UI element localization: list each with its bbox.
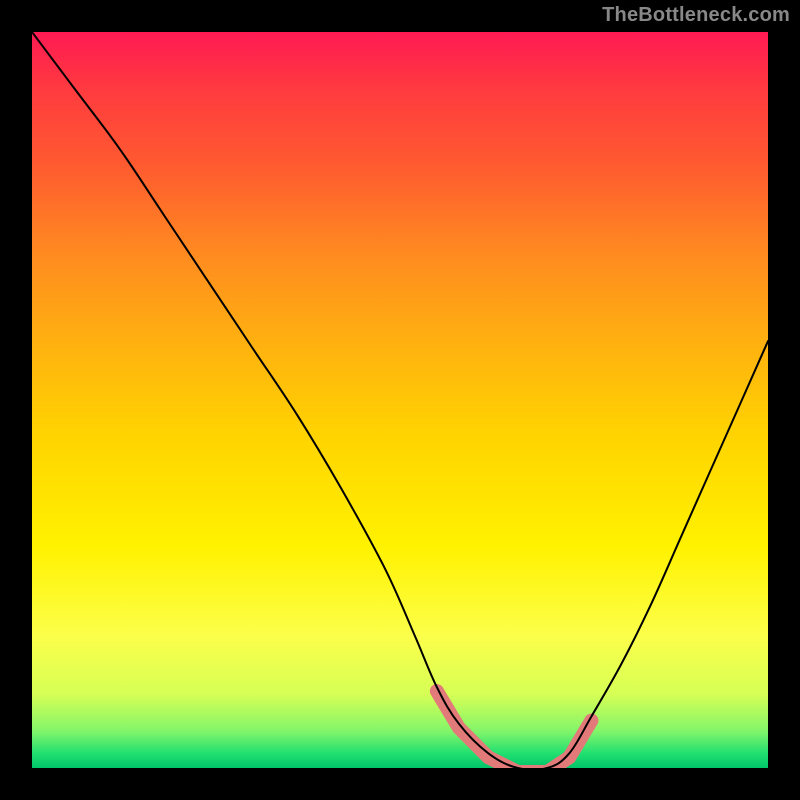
highlight-band <box>437 691 592 768</box>
watermark-text: TheBottleneck.com <box>602 4 790 27</box>
chart-frame: TheBottleneck.com <box>0 0 800 800</box>
bottleneck-curve <box>32 32 768 768</box>
plot-area <box>32 32 768 768</box>
chart-svg <box>32 32 768 768</box>
